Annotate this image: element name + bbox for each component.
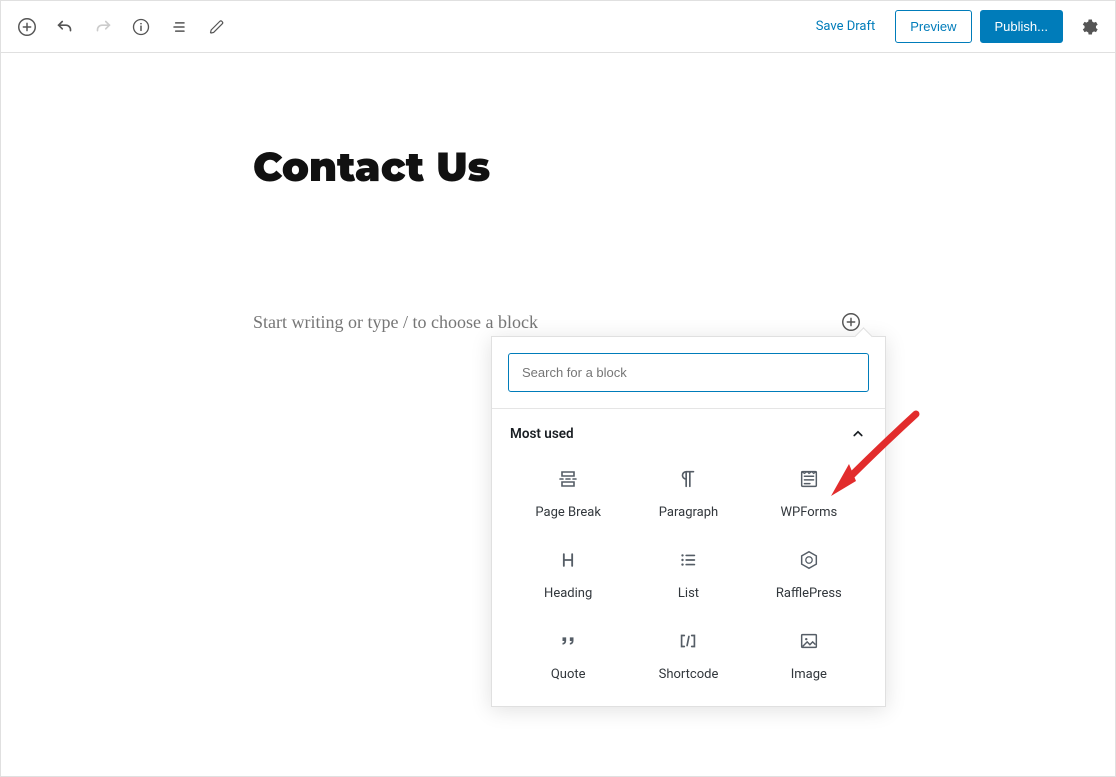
list-icon — [676, 548, 700, 572]
block-label: Image — [791, 667, 827, 682]
search-wrapper — [492, 337, 885, 408]
settings-button[interactable] — [1071, 9, 1107, 45]
block-list-scroll[interactable]: Most used Page Break Paragraph WPForm — [492, 409, 885, 706]
most-used-section-header[interactable]: Most used — [492, 409, 885, 453]
add-block-button[interactable] — [9, 9, 45, 45]
rafflepress-icon — [797, 548, 821, 572]
undo-icon — [54, 16, 76, 38]
image-icon — [797, 629, 821, 653]
block-label: List — [678, 586, 699, 601]
undo-button[interactable] — [47, 9, 83, 45]
block-wpforms[interactable]: WPForms — [749, 453, 869, 534]
block-list[interactable]: List — [628, 534, 748, 615]
redo-button[interactable] — [85, 9, 121, 45]
block-label: Page Break — [535, 505, 601, 520]
block-heading[interactable]: Heading — [508, 534, 628, 615]
page-title[interactable]: Contact Us — [253, 143, 863, 192]
quote-icon — [556, 629, 580, 653]
block-shortcode[interactable]: Shortcode — [628, 615, 748, 696]
plus-circle-icon — [840, 311, 862, 333]
block-rafflepress[interactable]: RafflePress — [749, 534, 869, 615]
redo-icon — [92, 16, 114, 38]
preview-button[interactable]: Preview — [895, 10, 971, 43]
content-structure-button[interactable] — [123, 9, 159, 45]
heading-icon — [556, 548, 580, 572]
save-draft-button[interactable]: Save Draft — [804, 11, 888, 42]
paragraph-icon — [676, 467, 700, 491]
block-navigation-button[interactable] — [161, 9, 197, 45]
info-icon — [131, 17, 151, 37]
block-placeholder-row: Start writing or type / to choose a bloc… — [253, 310, 863, 334]
section-title: Most used — [510, 426, 574, 442]
editor-canvas: Contact Us Start writing or type / to ch… — [1, 53, 1115, 334]
toolbar-left — [9, 9, 235, 45]
block-page-break[interactable]: Page Break — [508, 453, 628, 534]
block-image[interactable]: Image — [749, 615, 869, 696]
block-search-input[interactable] — [508, 353, 869, 392]
publish-button[interactable]: Publish... — [980, 10, 1063, 43]
block-label: Shortcode — [659, 667, 719, 682]
block-inserter-popup: Most used Page Break Paragraph WPForm — [491, 336, 886, 707]
block-paragraph[interactable]: Paragraph — [628, 453, 748, 534]
page-break-icon — [556, 467, 580, 491]
edit-button[interactable] — [199, 9, 235, 45]
block-quote[interactable]: Quote — [508, 615, 628, 696]
block-label: Quote — [551, 667, 586, 682]
shortcode-icon — [676, 629, 700, 653]
blocks-grid: Page Break Paragraph WPForms Heading — [492, 453, 885, 696]
pencil-icon — [208, 18, 226, 36]
wpforms-icon — [797, 467, 821, 491]
block-placeholder-text[interactable]: Start writing or type / to choose a bloc… — [253, 312, 839, 333]
block-label: WPForms — [780, 505, 837, 520]
block-label: RafflePress — [776, 586, 842, 601]
gear-icon — [1079, 17, 1099, 37]
editor-toolbar: Save Draft Preview Publish... — [1, 1, 1115, 53]
toolbar-right: Save Draft Preview Publish... — [804, 9, 1107, 45]
chevron-up-icon — [849, 425, 867, 443]
block-label: Heading — [544, 586, 592, 601]
block-label: Paragraph — [659, 505, 718, 520]
plus-circle-icon — [16, 16, 38, 38]
list-outline-icon — [169, 17, 189, 37]
